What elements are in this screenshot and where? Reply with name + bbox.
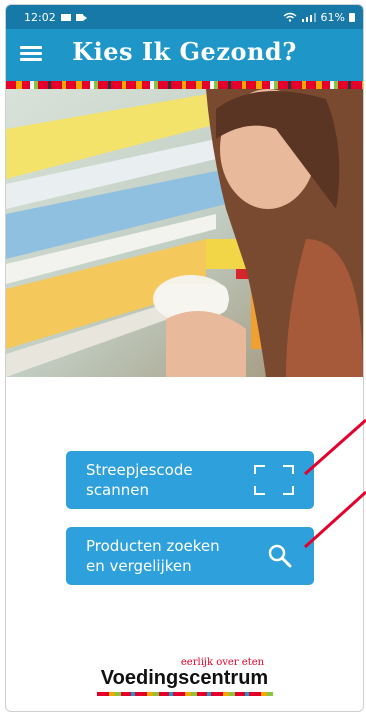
battery-icon [349, 12, 355, 22]
app-bar: Kies Ik Gezond? [6, 29, 363, 81]
scan-barcode-button[interactable]: Streepjescode scannen [66, 451, 314, 509]
search-products-button[interactable]: Producten zoeken en vergelijken [66, 527, 314, 585]
search-products-label: Producten zoeken en vergelijken [86, 537, 220, 575]
voedingscentrum-logo: eerlijk over eten Voedingscentrum [6, 657, 363, 696]
decorative-stripe [6, 81, 363, 89]
phone-screen: 12:02 61% Kies Ik Gezond? Streepjescode … [5, 4, 364, 712]
logo-tagline: eerlijk over eten [180, 657, 265, 668]
status-time: 12:02 [24, 10, 56, 24]
scan-barcode-label: Streepjescode scannen [86, 461, 193, 499]
status-bar: 12:02 61% [6, 5, 363, 29]
app-title: Kies Ik Gezond? [72, 37, 297, 66]
mail-icon [60, 13, 71, 21]
woman-supermarket-photo [6, 89, 363, 377]
logo-stripe [96, 692, 273, 696]
signal-icon [301, 13, 316, 22]
barcode-scan-icon [254, 465, 294, 495]
wifi-icon [283, 12, 296, 22]
hero-photo [6, 89, 363, 377]
logo-brand: Voedingscentrum [100, 667, 269, 689]
search-icon [268, 544, 292, 568]
video-icon [75, 13, 87, 21]
battery-percent: 61% [320, 10, 345, 24]
